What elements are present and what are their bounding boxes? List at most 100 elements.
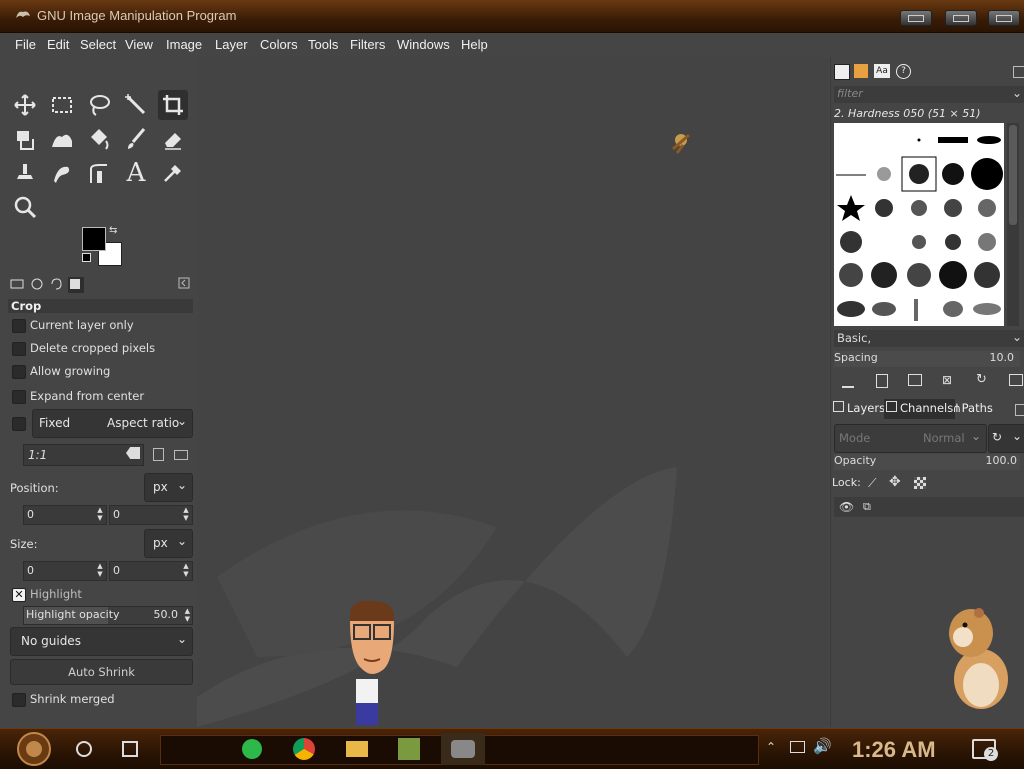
swap-colors-icon[interactable]: ⇆ <box>109 225 117 236</box>
menu-select[interactable]: Select <box>80 37 116 52</box>
app-image-viewer[interactable] <box>391 733 427 765</box>
duplicate-brush-icon[interactable] <box>908 374 922 386</box>
rect-select-tool-button[interactable] <box>47 90 77 120</box>
fixed-checkbox[interactable] <box>12 417 26 431</box>
undo-history-tab-icon[interactable] <box>49 277 65 293</box>
brush-scrollbar[interactable] <box>1007 123 1019 326</box>
paths-tool-button[interactable] <box>84 158 114 188</box>
zoom-tool-button[interactable] <box>10 192 40 222</box>
maximize-button[interactable] <box>945 10 977 26</box>
new-brush-icon[interactable] <box>876 374 888 388</box>
tab-layers[interactable]: Layers <box>833 401 885 415</box>
images-tab-icon[interactable] <box>68 277 84 293</box>
notifications-button[interactable]: 2 <box>972 739 998 761</box>
warp-tool-button[interactable] <box>47 124 77 154</box>
brush-filter-input[interactable]: filter ⌄ <box>834 86 1024 103</box>
spacing-slider[interactable]: Spacing 10.0 <box>834 351 1020 367</box>
lock-position-icon[interactable]: ✥ <box>889 474 901 490</box>
app-file-explorer[interactable] <box>339 733 375 765</box>
clone-tool-button[interactable] <box>10 158 40 188</box>
fg-bg-color-swatch[interactable]: ⇆ <box>82 225 132 267</box>
current-layer-only-checkbox[interactable] <box>12 319 26 333</box>
brush-tag-input[interactable]: Basic, ⌄ <box>834 330 1024 347</box>
foreground-color[interactable] <box>82 227 106 251</box>
start-button[interactable] <box>12 732 56 766</box>
clear-input-icon[interactable] <box>126 447 140 459</box>
default-colors-icon[interactable] <box>82 253 91 262</box>
delete-cropped-checkbox[interactable] <box>12 342 26 356</box>
network-icon[interactable] <box>790 741 805 753</box>
highlight-opacity-slider[interactable]: Highlight opacity 50.0 ▲ ▼ <box>23 606 193 625</box>
refresh-icon[interactable]: ↻ <box>976 372 987 387</box>
menu-view[interactable]: View <box>125 37 153 52</box>
menu-file[interactable]: File <box>15 37 36 52</box>
patterns-tab-icon[interactable] <box>854 64 868 78</box>
text-tool-button[interactable]: A <box>121 158 151 188</box>
brush-grid[interactable] <box>834 123 1004 326</box>
menu-help[interactable]: Help <box>461 37 488 52</box>
volume-icon[interactable]: 🔊 <box>813 737 832 755</box>
spinner-arrows-icon[interactable]: ▲ ▼ <box>182 506 190 524</box>
task-view-button[interactable] <box>112 733 148 765</box>
smudge-tool-button[interactable] <box>47 158 77 188</box>
lasso-tool-button[interactable] <box>84 90 114 120</box>
crop-tool-button[interactable] <box>158 90 188 120</box>
eye-icon[interactable]: 👁 <box>839 500 854 514</box>
chevron-up-icon[interactable]: ⌃ <box>766 740 776 754</box>
edit-brush-icon[interactable] <box>842 374 854 388</box>
app-gimp[interactable] <box>441 733 485 765</box>
configure-tab-icon[interactable] <box>1015 404 1024 416</box>
clock[interactable]: 1:26 AM <box>852 737 936 763</box>
chain-icon[interactable]: ⧉ <box>863 500 871 514</box>
image-canvas[interactable] <box>197 57 828 727</box>
menu-filters[interactable]: Filters <box>350 37 385 52</box>
delete-brush-icon[interactable]: ⊠ <box>942 373 952 387</box>
fuzzy-select-tool-button[interactable] <box>121 90 151 120</box>
open-as-image-icon[interactable] <box>1009 374 1023 386</box>
tool-options-tab-icon[interactable] <box>10 277 26 293</box>
device-status-tab-icon[interactable] <box>30 277 46 293</box>
layer-mode-switch-dropdown[interactable]: ↻ ⌄ <box>988 424 1024 453</box>
size-height-spinner[interactable]: 0 ▲ ▼ <box>109 561 193 581</box>
menu-windows[interactable]: Windows <box>397 37 450 52</box>
position-x-spinner[interactable]: 0 ▲ ▼ <box>23 505 107 525</box>
layer-opacity-slider[interactable]: Opacity 100.0 <box>834 454 1020 470</box>
portrait-icon[interactable] <box>153 448 164 461</box>
spinner-arrows-icon[interactable]: ▲ ▼ <box>96 562 104 580</box>
help-icon[interactable]: ? <box>896 64 911 79</box>
eraser-tool-button[interactable] <box>158 124 188 154</box>
guides-dropdown[interactable]: No guides ⌄ <box>10 627 193 656</box>
lock-pixels-icon[interactable]: ⟋ <box>868 476 876 491</box>
shrink-merged-checkbox[interactable] <box>12 693 26 707</box>
auto-shrink-button[interactable]: Auto Shrink <box>10 659 193 685</box>
menu-image[interactable]: Image <box>166 37 202 52</box>
landscape-icon[interactable] <box>174 450 188 460</box>
size-width-spinner[interactable]: 0 ▲ ▼ <box>23 561 107 581</box>
scroll-thumb[interactable] <box>1009 125 1017 225</box>
configure-tab-icon[interactable] <box>178 277 194 293</box>
spinner-arrows-icon[interactable]: ▲ ▼ <box>96 506 104 524</box>
paintbrush-tool-button[interactable] <box>121 124 151 154</box>
size-unit-dropdown[interactable]: px ⌄ <box>144 529 193 558</box>
menu-colors[interactable]: Colors <box>260 37 298 52</box>
bucket-fill-tool-button[interactable] <box>84 124 114 154</box>
close-button[interactable] <box>988 10 1020 26</box>
spinner-arrows-icon[interactable]: ▲ ▼ <box>185 607 190 623</box>
position-unit-dropdown[interactable]: px ⌄ <box>144 473 193 502</box>
configure-tab-icon[interactable] <box>1013 66 1024 78</box>
menu-layer[interactable]: Layer <box>215 37 248 52</box>
fonts-tab-icon[interactable]: Aa <box>874 64 890 78</box>
app-messages[interactable] <box>234 733 270 765</box>
cortana-button[interactable] <box>66 733 102 765</box>
menu-tools[interactable]: Tools <box>308 37 338 52</box>
minimize-button[interactable] <box>900 10 932 26</box>
tab-paths[interactable]: ⋔Paths <box>952 401 993 415</box>
app-chrome[interactable] <box>286 733 322 765</box>
position-y-spinner[interactable]: 0 ▲ ▼ <box>109 505 193 525</box>
ratio-input[interactable]: 1:1 <box>23 444 144 466</box>
brushes-tab-icon[interactable] <box>834 64 850 80</box>
spinner-arrows-icon[interactable]: ▲ ▼ <box>182 562 190 580</box>
menu-edit[interactable]: Edit <box>47 37 69 52</box>
tab-channels[interactable]: Channels <box>884 399 956 419</box>
move-tool-button[interactable] <box>10 90 40 120</box>
